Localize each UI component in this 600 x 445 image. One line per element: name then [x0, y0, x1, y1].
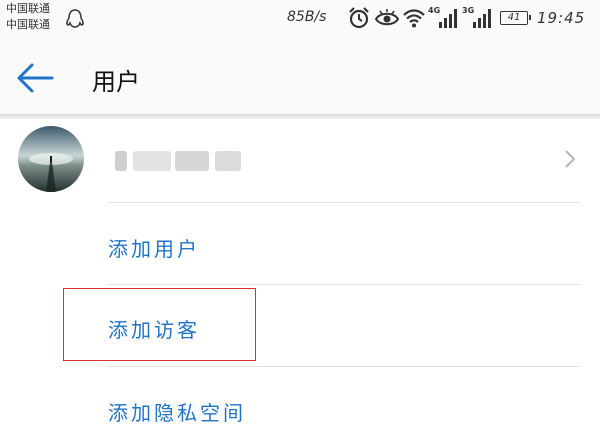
- list-divider: [108, 366, 580, 367]
- signal-bars-icon-1: [439, 9, 457, 28]
- battery-indicator: 41: [500, 11, 531, 25]
- user-avatar[interactable]: [18, 126, 84, 192]
- page-title: 用户: [92, 68, 140, 96]
- signal-bars-icon-2: [473, 9, 491, 28]
- back-arrow-icon[interactable]: [14, 58, 56, 98]
- blurred-name-block: [115, 151, 127, 171]
- highlight-box: [63, 288, 256, 361]
- chevron-right-icon[interactable]: [563, 149, 577, 169]
- user-name[interactable]: [115, 145, 243, 175]
- alarm-clock-icon: [349, 7, 369, 29]
- qq-penguin-icon: [66, 9, 84, 28]
- network-speed: 85B/s: [287, 9, 327, 25]
- add-user-button[interactable]: 添加用户: [108, 233, 200, 262]
- carrier-label-2: 中国联通: [6, 18, 50, 31]
- header-divider: [0, 114, 600, 119]
- add-private-space-button[interactable]: 添加隐私空间: [108, 397, 246, 426]
- wifi-icon: [403, 9, 425, 28]
- blurred-name-block: [133, 151, 171, 171]
- eye-comfort-icon: [374, 9, 400, 26]
- avatar-image: [18, 126, 84, 192]
- carrier-label-1: 中国联通: [6, 2, 50, 15]
- list-divider: [108, 284, 580, 285]
- list-divider: [108, 202, 580, 203]
- blurred-name-block: [175, 151, 209, 171]
- status-time: 19:45: [537, 9, 586, 27]
- blurred-name-block: [215, 151, 241, 171]
- status-bar: 中国联通 中国联通 85B/s 4G 3G 41 19:45: [0, 0, 600, 40]
- app-header: 用户: [0, 40, 600, 114]
